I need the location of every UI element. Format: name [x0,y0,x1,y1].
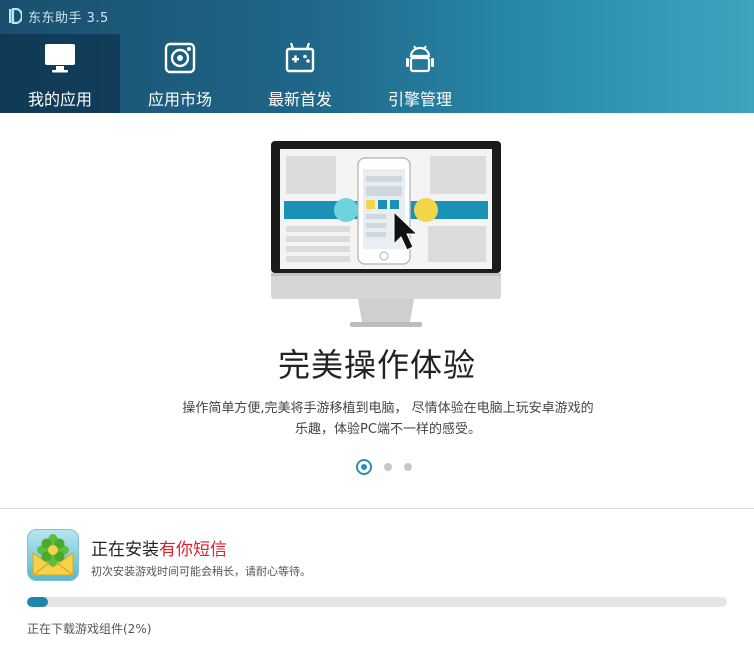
install-progress-bar [27,597,727,607]
section-divider [0,508,754,509]
main-tabs: 我的应用 应用市场 最新首发 引擎管理 [0,34,480,113]
tab-my-apps[interactable]: 我的应用 [0,34,120,113]
tab-label: 引擎管理 [387,90,452,109]
tab-label: 应用市场 [147,90,212,109]
monitor-illustration [271,141,501,327]
carousel-dots [356,458,424,476]
carousel-dot-3[interactable] [404,463,412,471]
tab-app-market[interactable]: 应用市场 [120,34,240,113]
carousel-dot-2[interactable] [384,463,392,471]
feature-title: 完美操作体验 [277,346,476,384]
feature-description-line: 乐趣，体验PC端不一样的感受。 [295,422,481,437]
install-status-title: 正在安装有你短信 [91,535,227,560]
feature-description: 操作简单方便,完美将手游移植到电脑， 尽情体验在电脑上玩安卓游戏的 乐趣，体验P… [150,398,626,440]
download-status: 正在下载游戏组件(2%) [27,622,152,636]
android-icon [406,45,434,73]
install-prefix: 正在安装 [91,540,159,560]
title-bar: 东东助手 3.5 [8,6,109,26]
app-title: 东东助手 3.5 [28,10,109,26]
app-market-icon [164,42,196,74]
header-bar: 东东助手 3.5 我的应用 应用市场 最新首发 引擎管理 [0,0,754,113]
tab-new-releases[interactable]: 最新首发 [240,34,360,113]
tab-label: 最新首发 [267,90,332,109]
feature-description-line: 操作简单方便,完美将手游移植到电脑， 尽情体验在电脑上玩安卓游戏的 [182,401,594,416]
installing-app-name: 有你短信 [159,540,227,560]
tab-label: 我的应用 [27,90,92,109]
sms-app-icon [27,529,79,581]
carousel-dot-1[interactable] [356,459,372,475]
tab-engine-management[interactable]: 引擎管理 [360,34,480,113]
install-hint: 初次安装游戏时间可能会稍长，请耐心等待。 [91,565,311,578]
monitor-icon [45,44,75,73]
install-progress-fill [27,597,48,607]
gamepad-icon [285,42,315,73]
app-logo-icon [9,8,22,24]
